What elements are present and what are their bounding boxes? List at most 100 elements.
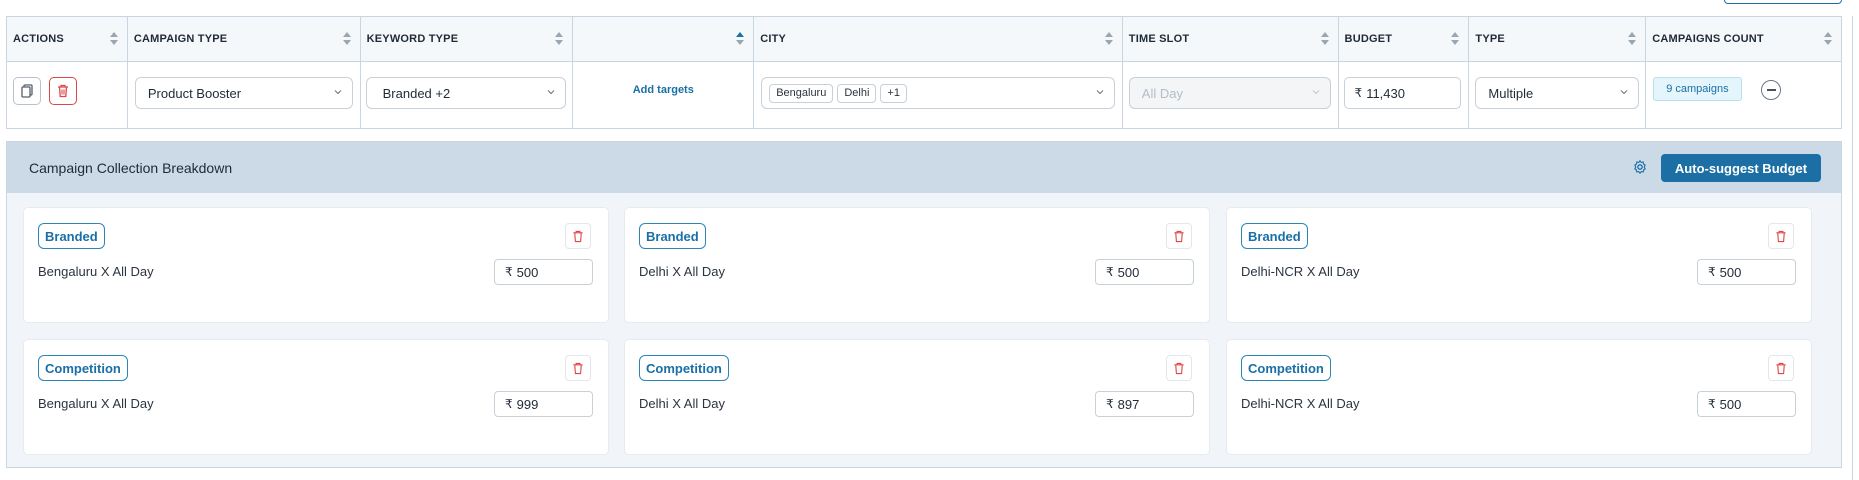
breakdown-title: Campaign Collection Breakdown — [29, 160, 233, 176]
sort-icon[interactable] — [1824, 31, 1832, 47]
delete-card-button[interactable] — [1768, 355, 1794, 381]
breakdown-card: Branded Delhi X All Day ₹500 — [625, 208, 1209, 322]
rupee-icon: ₹ — [1106, 397, 1114, 411]
cell-targets: Add targets — [573, 62, 755, 129]
keyword-type-select[interactable]: Branded +2 — [365, 77, 566, 109]
sort-icon[interactable] — [1104, 31, 1113, 47]
card-budget-input[interactable]: ₹500 — [1697, 259, 1796, 285]
header-targets[interactable] — [573, 17, 755, 61]
cell-campaign-type: Product Booster — [128, 62, 361, 129]
trash-icon — [1776, 230, 1786, 242]
auto-suggest-budget-button[interactable]: Auto-suggest Budget — [1661, 154, 1821, 182]
cell-time-slot: All Day — [1123, 62, 1339, 129]
table-row: Product Booster Branded +2 Add targets B… — [7, 62, 1841, 129]
delete-card-button[interactable] — [565, 355, 591, 381]
header-campaigns-count[interactable]: CAMPAIGNS COUNT — [1646, 17, 1841, 61]
sort-icon[interactable] — [342, 31, 351, 47]
breakdown-card: Competition Delhi X All Day ₹897 — [625, 340, 1209, 454]
rupee-icon: ₹ — [1708, 397, 1716, 411]
sort-ascending-icon[interactable] — [736, 31, 745, 47]
city-chip[interactable]: Bengaluru — [769, 83, 834, 103]
breakdown-card: Competition Delhi-NCR X All Day ₹500 — [1227, 340, 1811, 454]
keyword-tag: Competition — [639, 355, 729, 381]
city-multiselect[interactable]: Bengaluru Delhi +1 — [761, 77, 1116, 109]
trash-icon — [58, 84, 68, 98]
sort-icon[interactable] — [1628, 31, 1637, 47]
cell-type: Multiple — [1469, 62, 1647, 129]
campaign-table: ACTIONS CAMPAIGN TYPE KEYWORD TYPE CITY … — [6, 16, 1842, 129]
header-time-slot[interactable]: TIME SLOT — [1123, 17, 1339, 61]
sort-icon[interactable] — [109, 31, 118, 47]
breakdown-header: Campaign Collection Breakdown Auto-sugge… — [7, 142, 1841, 193]
header-type[interactable]: TYPE — [1469, 17, 1647, 61]
cell-budget: ₹ 11,430 — [1339, 62, 1470, 129]
header-campaign-type[interactable]: CAMPAIGN TYPE — [128, 17, 361, 61]
delete-card-button[interactable] — [1768, 223, 1794, 249]
chevron-down-icon — [334, 90, 342, 95]
header-city[interactable]: CITY — [754, 17, 1123, 61]
card-budget-input[interactable]: ₹999 — [494, 391, 593, 417]
keyword-tag: Branded — [1241, 223, 1308, 249]
chevron-down-icon — [1096, 90, 1104, 95]
sort-icon[interactable] — [1320, 31, 1329, 47]
breakdown-card: Branded Bengaluru X All Day ₹500 — [24, 208, 608, 322]
chevron-down-icon — [1312, 90, 1320, 95]
trash-icon — [1174, 230, 1184, 242]
gear-icon[interactable] — [1632, 159, 1648, 175]
rupee-icon: ₹ — [1708, 265, 1716, 279]
card-budget-input[interactable]: ₹897 — [1095, 391, 1194, 417]
delete-card-button[interactable] — [565, 223, 591, 249]
campaigns-count-badge[interactable]: 9 campaigns — [1653, 77, 1742, 101]
card-target-label: Delhi X All Day — [639, 264, 725, 279]
copy-button[interactable] — [13, 77, 41, 105]
keyword-tag: Competition — [38, 355, 128, 381]
breakdown-card: Branded Delhi-NCR X All Day ₹500 — [1227, 208, 1811, 322]
trash-icon — [1776, 362, 1786, 374]
card-target-label: Delhi-NCR X All Day — [1241, 396, 1360, 411]
budget-input[interactable]: ₹ 11,430 — [1343, 77, 1461, 109]
copy-icon — [21, 84, 33, 98]
right-divider — [1852, 16, 1853, 480]
card-target-label: Delhi-NCR X All Day — [1241, 264, 1360, 279]
delete-card-button[interactable] — [1166, 223, 1192, 249]
card-budget-input[interactable]: ₹500 — [494, 259, 593, 285]
trash-icon — [1174, 362, 1184, 374]
collapse-button[interactable] — [1761, 80, 1782, 100]
keyword-tag: Competition — [1241, 355, 1331, 381]
rupee-icon: ₹ — [1106, 265, 1114, 279]
trash-icon — [573, 362, 583, 374]
keyword-tag: Branded — [639, 223, 706, 249]
card-target-label: Bengaluru X All Day — [38, 264, 154, 279]
card-target-label: Delhi X All Day — [639, 396, 725, 411]
delete-card-button[interactable] — [1166, 355, 1192, 381]
header-budget[interactable]: BUDGET — [1339, 17, 1470, 61]
table-header: ACTIONS CAMPAIGN TYPE KEYWORD TYPE CITY … — [7, 17, 1841, 62]
top-edge-button[interactable] — [1724, 0, 1842, 4]
header-keyword-type[interactable]: KEYWORD TYPE — [361, 17, 574, 61]
add-targets-link[interactable]: Add targets — [573, 84, 753, 96]
cell-campaigns-count: 9 campaigns — [1646, 62, 1841, 129]
campaign-type-select[interactable]: Product Booster — [134, 77, 353, 109]
city-chip[interactable]: Delhi — [837, 83, 877, 103]
keyword-tag: Branded — [38, 223, 105, 249]
card-budget-input[interactable]: ₹500 — [1697, 391, 1796, 417]
card-target-label: Bengaluru X All Day — [38, 396, 154, 411]
sort-icon[interactable] — [555, 31, 564, 47]
chevron-down-icon — [547, 90, 555, 95]
cell-keyword-type: Branded +2 — [361, 62, 574, 129]
type-select[interactable]: Multiple — [1475, 77, 1640, 109]
rupee-icon: ₹ — [505, 265, 513, 279]
rupee-icon: ₹ — [1354, 86, 1363, 100]
cell-actions — [7, 62, 128, 129]
campaign-breakdown-panel: Campaign Collection Breakdown Auto-sugge… — [6, 141, 1842, 468]
header-actions[interactable]: ACTIONS — [7, 17, 128, 61]
minus-circle-icon — [1766, 89, 1776, 91]
trash-icon — [573, 230, 583, 242]
card-budget-input[interactable]: ₹500 — [1095, 259, 1194, 285]
chevron-down-icon — [1621, 90, 1628, 95]
time-slot-select: All Day — [1128, 77, 1331, 109]
delete-row-button[interactable] — [49, 77, 77, 105]
rupee-icon: ₹ — [505, 397, 513, 411]
city-more-chip[interactable]: +1 — [880, 83, 907, 103]
sort-icon[interactable] — [1451, 31, 1460, 47]
